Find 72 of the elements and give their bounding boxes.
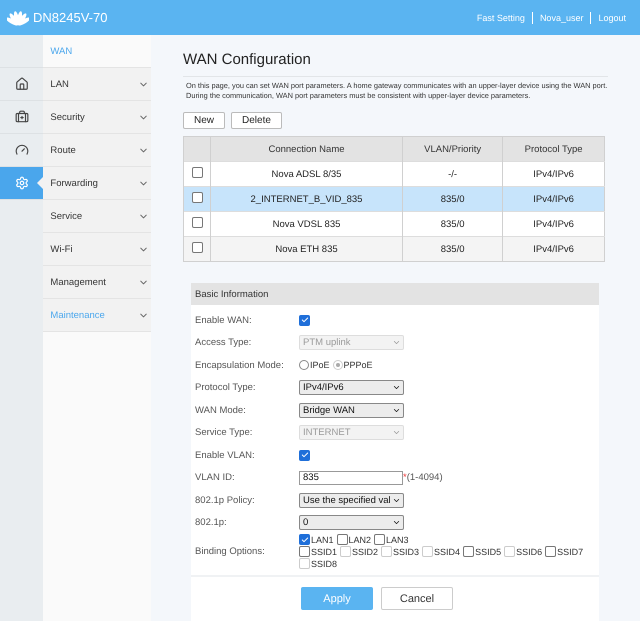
sidebar-item[interactable]: Security — [43, 101, 151, 134]
option-label: LAN2 — [348, 534, 372, 544]
logo-icon — [7, 8, 29, 26]
checkbox[interactable] — [192, 217, 202, 228]
option-label: SSID4 — [434, 546, 460, 556]
toolbar-button[interactable]: Delete — [231, 112, 282, 129]
field-label: Enable VLAN: — [195, 450, 256, 461]
sidebar-item[interactable]: LAN — [43, 68, 151, 101]
table-cell: IPv4/IPv6 — [502, 236, 604, 262]
checkbox[interactable] — [374, 534, 386, 545]
gauge-icon[interactable] — [14, 143, 29, 157]
header-cell: VLAN/Priority — [402, 136, 503, 162]
field-label: Service Type: — [195, 427, 254, 438]
checkbox[interactable] — [192, 242, 202, 253]
header-cell: Connection Name — [210, 136, 402, 162]
table-row[interactable]: 2_INTERNET_B_VID_835 835/0 IPv4/IPv6 — [184, 186, 604, 212]
sidebar-item[interactable]: Forwarding — [43, 167, 151, 200]
input-field[interactable]: 835 — [299, 470, 403, 485]
settings-icon[interactable] — [14, 176, 29, 190]
option-label: SSID7 — [557, 546, 584, 556]
required-mark: * — [403, 472, 407, 484]
sidebar-item[interactable]: Wi-Fi — [43, 233, 151, 266]
select-field[interactable]: Use the specified val — [299, 492, 404, 508]
cancel-button[interactable]: Cancel — [381, 587, 453, 610]
checkbox[interactable] — [545, 546, 556, 557]
checkbox[interactable] — [192, 192, 202, 203]
table-cell: 835/0 — [402, 236, 503, 262]
checkbox[interactable] — [299, 450, 310, 461]
option-label: SSID5 — [475, 546, 502, 556]
table-row[interactable]: Nova ETH 835 835/0 IPv4/IPv6 — [184, 236, 604, 262]
field-label: WAN Mode: — [195, 404, 247, 416]
checkbox[interactable] — [336, 534, 348, 545]
option-label: SSID8 — [311, 558, 338, 568]
radio-button[interactable] — [299, 360, 309, 370]
field-label: Protocol Type: — [195, 382, 257, 394]
field-label: Encapsulation Mode: — [195, 360, 285, 371]
table-row[interactable]: Nova VDSL 835 835/0 IPv4/IPv6 — [184, 212, 604, 236]
option-label: LAN3 — [386, 534, 409, 544]
home-icon[interactable] — [14, 77, 29, 91]
option-label: SSID1 — [311, 546, 338, 556]
device-model: DN8245V-70 — [33, 10, 108, 25]
sidebar-item[interactable]: Service — [43, 200, 151, 233]
option-label: SSID6 — [516, 546, 542, 556]
option-label: LAN1 — [311, 534, 334, 544]
page-title: WAN Configuration — [183, 51, 312, 68]
radio-label: PPPoE — [344, 360, 373, 370]
checkbox[interactable] — [299, 314, 310, 326]
panel-title: Basic Information — [191, 283, 599, 305]
medical-kit-icon[interactable] — [14, 110, 29, 124]
field-label: Binding Options: — [195, 546, 266, 557]
checkbox[interactable] — [463, 546, 474, 557]
range-hint: (1-4094) — [406, 472, 443, 484]
toolbar-button[interactable]: New — [183, 112, 226, 129]
select-field[interactable]: IPv4/IPv6 — [299, 380, 404, 396]
select-field[interactable]: Bridge WAN — [299, 402, 404, 418]
field-label: Enable WAN: — [195, 314, 253, 326]
field-label: 802.1p Policy: — [195, 494, 256, 506]
option-label: SSID2 — [352, 546, 378, 556]
checkbox[interactable] — [192, 167, 202, 178]
header-cell: Protocol Type — [502, 136, 604, 162]
sidebar-item[interactable]: Route — [43, 134, 151, 167]
field-label: 802.1p: — [195, 517, 228, 528]
table-row[interactable]: Nova ADSL 8/35 -/- IPv4/IPv6 — [184, 162, 604, 186]
select-field[interactable]: 0 — [299, 515, 404, 530]
radio-label: IPoE — [310, 360, 330, 370]
field-label: VLAN ID: — [195, 472, 236, 484]
sidebar-item[interactable]: Management — [43, 266, 151, 299]
checkbox[interactable] — [299, 534, 310, 545]
checkbox[interactable] — [299, 546, 310, 557]
option-label: SSID3 — [393, 546, 420, 556]
table-cell: Nova ETH 835 — [210, 236, 402, 262]
field-label: Access Type: — [195, 337, 252, 348]
